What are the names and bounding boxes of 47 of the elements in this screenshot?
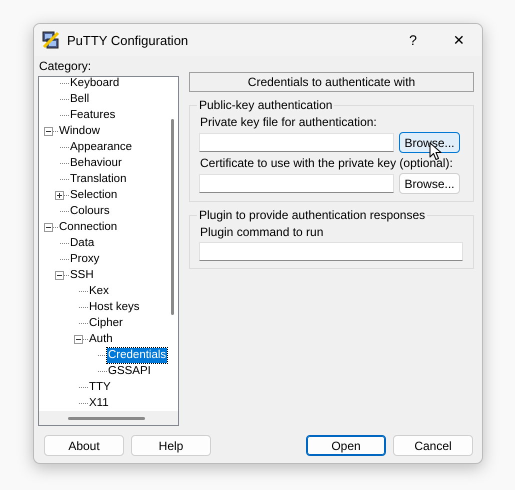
- computer-icon: [41, 30, 61, 50]
- tree-item[interactable]: Behaviour: [69, 156, 123, 170]
- tree-item[interactable]: SSH: [69, 268, 95, 282]
- close-button[interactable]: ✕: [436, 24, 482, 56]
- tree-item[interactable]: Cipher: [88, 316, 124, 330]
- dialog-button[interactable]: Open: [306, 435, 386, 456]
- tree-item[interactable]: Host keys: [88, 300, 140, 314]
- tree-item[interactable]: GSSAPI: [107, 364, 152, 378]
- tree-item[interactable]: Credentials: [107, 348, 168, 362]
- field-label: Private key file for authentication:: [200, 115, 378, 129]
- tree-item[interactable]: Features: [69, 108, 116, 122]
- group-title: Public-key authentication: [198, 98, 334, 112]
- tree-item[interactable]: Window: [58, 124, 101, 138]
- group-title: Plugin to provide authentication responses: [198, 208, 426, 222]
- horizontal-scrollbar[interactable]: [39, 411, 178, 425]
- collapse-icon[interactable]: [74, 334, 83, 344]
- tree-item[interactable]: Colours: [69, 204, 111, 218]
- dialog-button[interactable]: Cancel: [393, 435, 473, 456]
- browse-button[interactable]: Browse...: [399, 173, 460, 194]
- collapse-icon[interactable]: [44, 126, 53, 136]
- tree-item[interactable]: Bell: [69, 92, 90, 106]
- dialog-button[interactable]: About: [44, 435, 124, 456]
- tree-item[interactable]: Auth: [88, 332, 114, 346]
- tree-item[interactable]: Connection: [58, 220, 118, 234]
- category-label: Category:: [39, 59, 92, 73]
- tree-item[interactable]: X11: [88, 396, 110, 410]
- input-field[interactable]: [199, 133, 394, 152]
- expand-icon[interactable]: [55, 190, 64, 200]
- window-title: PuTTY Configuration: [67, 32, 190, 48]
- tree-item[interactable]: Keyboard: [69, 77, 120, 90]
- field-label: Certificate to use with the private key (optional):: [200, 156, 454, 170]
- tree-item[interactable]: Data: [69, 236, 96, 250]
- help-button[interactable]: ?: [390, 24, 436, 56]
- dialog-button[interactable]: Help: [131, 435, 211, 456]
- input-field[interactable]: [199, 242, 463, 261]
- tree-item[interactable]: Proxy: [69, 252, 100, 266]
- input-field[interactable]: [199, 174, 394, 193]
- panel-heading: Credentials to authenticate with: [189, 72, 474, 92]
- tree-item[interactable]: Translation: [69, 172, 128, 186]
- collapse-icon[interactable]: [44, 222, 53, 232]
- collapse-icon[interactable]: [55, 270, 64, 280]
- browse-button[interactable]: Browse...: [399, 132, 460, 153]
- field-label: Plugin command to run: [200, 225, 324, 239]
- tree-item[interactable]: Selection: [69, 188, 118, 202]
- tree-item[interactable]: Appearance: [69, 140, 134, 154]
- tree-item[interactable]: Kex: [88, 284, 110, 298]
- tree-item[interactable]: TTY: [88, 380, 112, 394]
